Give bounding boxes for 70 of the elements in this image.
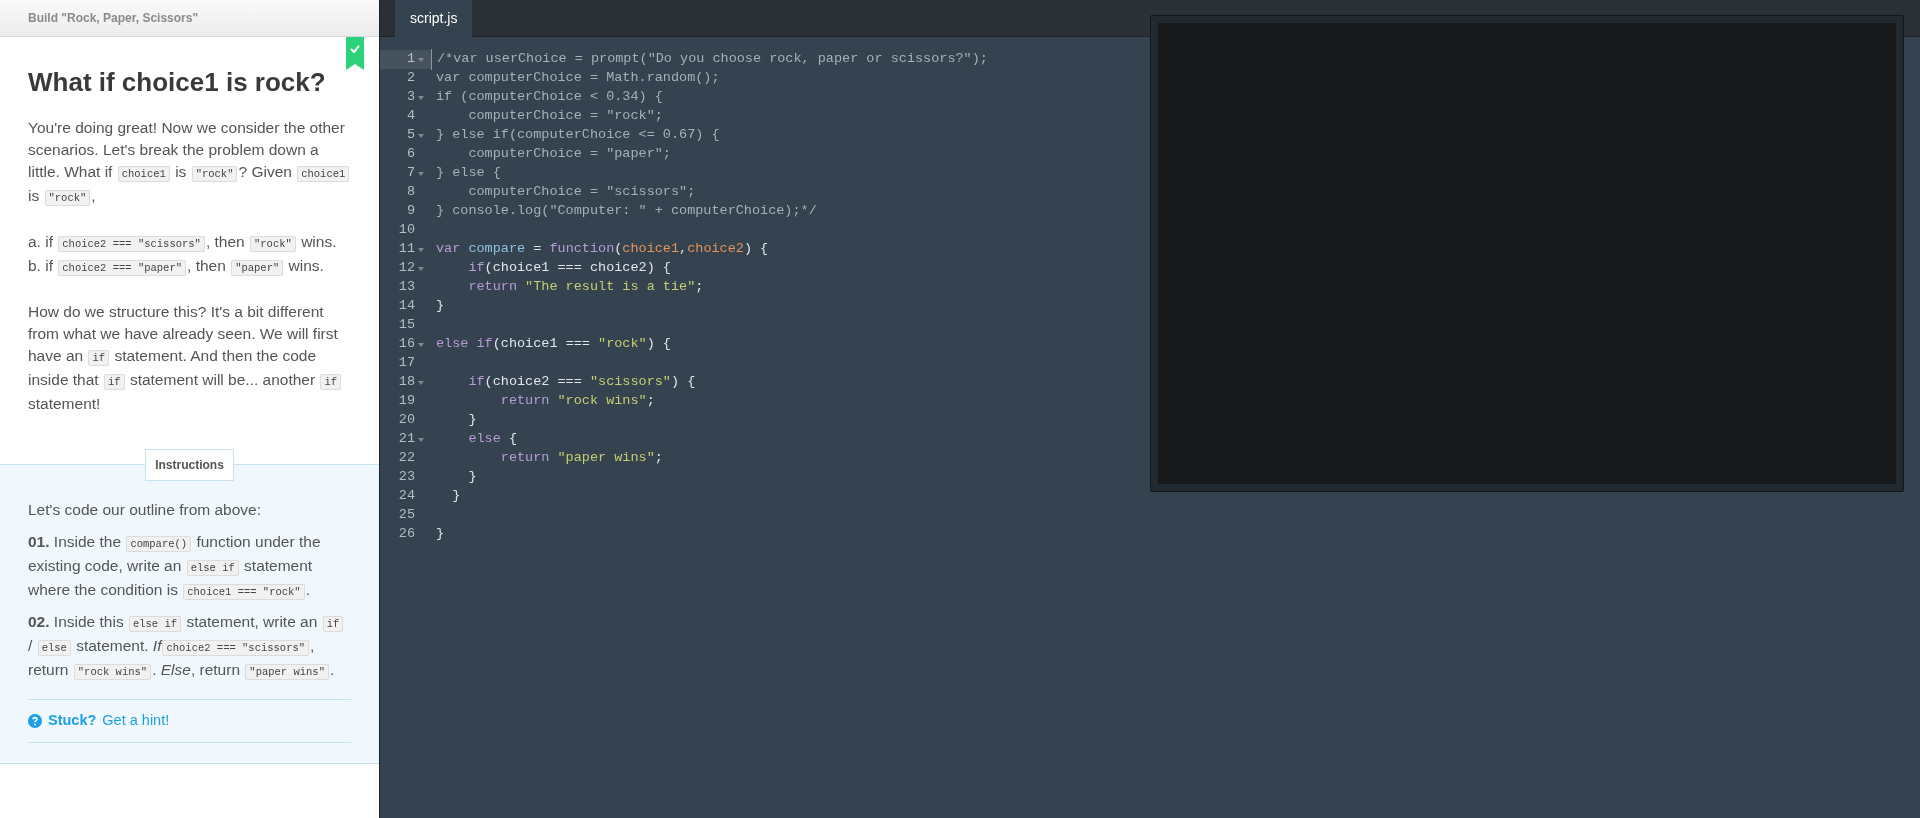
code-line: var computerChoice = Math.random(); (435, 69, 720, 88)
file-tab[interactable]: script.js (395, 0, 473, 37)
code-line: } (435, 297, 445, 316)
fold-caret-icon[interactable] (418, 95, 424, 100)
instructions-tab[interactable]: Instructions (145, 449, 234, 481)
fold-caret-icon[interactable] (418, 380, 424, 385)
line-number: 15 (398, 316, 415, 335)
line-number: 10 (398, 221, 415, 240)
line-number: 13 (398, 278, 415, 297)
line-number: 11 (398, 240, 415, 259)
lesson-heading: What if choice1 is rock? (28, 66, 327, 99)
lesson-paragraph: b. if choice2 === "paper" , then "paper" wins. (28, 256, 325, 278)
course-title: Build "Rock, Paper, Scissors" (28, 10, 199, 27)
lesson-paragraph: You're doing great! Now we consider the other scenarios. Let's break the problem down a little. What if choice1 is "rock" ? Given choice1 is "rock" , (28, 117, 351, 209)
fold-caret-icon[interactable] (418, 437, 424, 442)
fold-caret-icon[interactable] (418, 171, 424, 176)
line-number: 1 (406, 50, 415, 69)
line-number: 18 (398, 373, 415, 392)
lesson-paragraph: How do we structure this? It's a bit different from what we have already seen. We will first have an if statement. And then the code inside that if statement will be... another if statement! (28, 301, 351, 415)
line-number: 21 (398, 430, 415, 449)
line-number: 5 (406, 126, 415, 145)
instruction-step: 01. Inside the compare() function under the existing code, write an else if statement where the condition is choice1 === "rock" . (28, 531, 351, 603)
fold-caret-icon[interactable] (418, 247, 424, 252)
line-number: 8 (406, 183, 415, 202)
code-line: } else { (435, 164, 501, 183)
code-line: return "rock wins"; (499, 392, 655, 411)
code-line: } (467, 468, 477, 487)
code-line: /*var userChoice = prompt("Do you choose rock, paper or scissors?"); (431, 49, 988, 70)
line-number: 12 (398, 259, 415, 278)
line-number: 3 (406, 88, 415, 107)
line-number: 9 (406, 202, 415, 221)
line-number: 24 (398, 487, 415, 506)
line-number: 17 (398, 354, 415, 373)
instruction-step: 02. Inside this else if statement, write an if / else statement. If choice2 === "scissors" , return "rock wins" . Else, return "paper wins" . (28, 611, 351, 683)
line-number: 19 (398, 392, 415, 411)
line-number: 20 (398, 411, 415, 430)
line-number: 2 (406, 69, 415, 88)
fold-caret-icon[interactable] (418, 342, 424, 347)
line-number: 7 (406, 164, 415, 183)
code-line: if (computerChoice < 0.34) { (435, 88, 663, 107)
code-line: } (451, 487, 461, 506)
code-line: } (435, 525, 445, 544)
stuck-label: Stuck? (48, 711, 97, 730)
fold-caret-icon[interactable] (418, 266, 424, 271)
line-number: 22 (398, 449, 415, 468)
code-line: computerChoice = "paper"; (467, 145, 671, 164)
line-number: 25 (398, 506, 415, 525)
line-number: 6 (406, 145, 415, 164)
code-line: return "The result is a tie"; (467, 278, 704, 297)
code-line: return "paper wins"; (499, 449, 663, 468)
fold-caret-icon[interactable] (418, 133, 424, 138)
instructions-intro: Let's code our outline from above: (28, 500, 262, 520)
lesson-paragraph: a. if choice2 === "scissors" , then "rock" wins. (28, 232, 338, 254)
line-number: 16 (398, 335, 415, 354)
code-line: if(choice2 === "scissors") { (467, 373, 696, 392)
help-icon (28, 713, 42, 728)
line-number: 23 (398, 468, 415, 487)
fold-caret-icon[interactable] (418, 57, 424, 62)
line-number: 26 (398, 525, 415, 544)
line-number: 4 (406, 107, 415, 126)
code-line: if(choice1 === choice2) { (467, 259, 671, 278)
code-line: } else if(computerChoice <= 0.67) { (435, 126, 720, 145)
code-line: else { (467, 430, 517, 449)
code-line: computerChoice = "rock"; (467, 107, 663, 126)
code-line: else if(choice1 === "rock") { (435, 335, 671, 354)
code-line: } console.log("Computer: " + computerChoice);*/ (435, 202, 817, 221)
code-line: } (467, 411, 477, 430)
code-line: var compare = function(choice1,choice2) { (435, 240, 769, 259)
code-line: computerChoice = "scissors"; (467, 183, 696, 202)
line-number: 14 (398, 297, 415, 316)
